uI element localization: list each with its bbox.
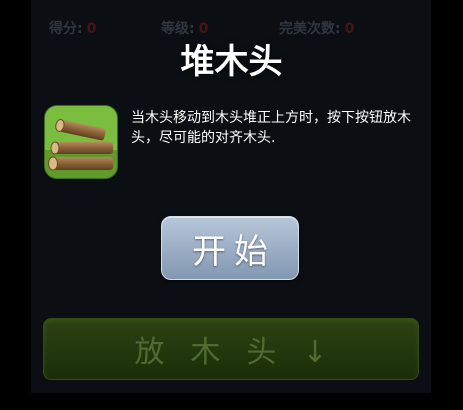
- drop-log-button[interactable]: 放木头↓: [43, 318, 419, 380]
- wood-logs-icon: [45, 106, 117, 178]
- instructions-text: 当木头移动到木头堆正上方时，按下按钮放木头，尽可能的对齐木头.: [131, 110, 411, 146]
- start-button[interactable]: 开始: [161, 216, 299, 280]
- game-title: 堆木头: [180, 42, 283, 82]
